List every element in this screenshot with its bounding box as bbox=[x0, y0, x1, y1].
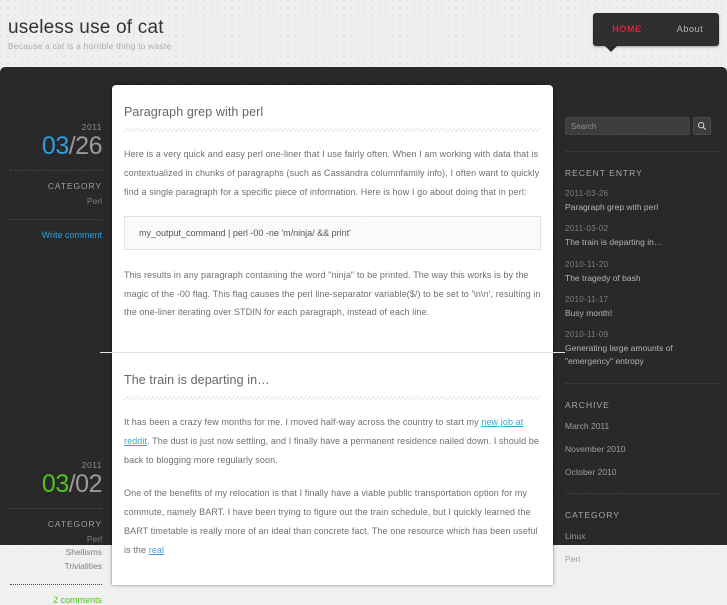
sidebar: RECENT ENTRY 2011-03-26 Paragraph grep w… bbox=[565, 117, 720, 564]
post-date: 03/26 bbox=[10, 132, 103, 160]
sidebar-divider bbox=[565, 382, 720, 384]
archive-item[interactable]: November 2010 bbox=[565, 444, 720, 454]
list-item[interactable]: 2011-03-02 The train is departing in… bbox=[565, 224, 720, 248]
paragraph-text: . The dust is just now settling, and I f… bbox=[124, 436, 539, 466]
post-1: Paragraph grep with perl Here is a very … bbox=[112, 85, 553, 352]
post-paragraph: Here is a very quick and easy perl one-l… bbox=[124, 149, 540, 197]
meta-divider bbox=[10, 170, 102, 172]
post-meta-column: 2011 03/26 CATEGORY Perl Write comment 2… bbox=[0, 67, 112, 605]
entry-title[interactable]: Paragraph grep with perl bbox=[565, 201, 720, 213]
search-row bbox=[565, 117, 720, 135]
site-tagline: Because a cat is a horrible thing to was… bbox=[8, 41, 172, 51]
main-nav: HOME About bbox=[593, 13, 719, 46]
post-2: The train is departing in… It has been a… bbox=[112, 353, 553, 559]
category-item[interactable]: Linux bbox=[565, 531, 720, 541]
list-item[interactable]: 2010-11-09 Generating large amounts of "… bbox=[565, 330, 720, 367]
post-meta-2: 2011 03/02 CATEGORY Perl Shellisms Trivi… bbox=[0, 460, 112, 605]
post-meta-1: 2011 03/26 CATEGORY Perl Write comment bbox=[0, 122, 112, 240]
page-shell: 2011 03/26 CATEGORY Perl Write comment 2… bbox=[0, 67, 727, 605]
category-item[interactable]: Perl bbox=[565, 554, 720, 564]
paragraph-text: It has been a crazy few months for me. I… bbox=[124, 417, 482, 428]
archive-item[interactable]: October 2010 bbox=[565, 467, 720, 477]
category-item[interactable]: Trivialities bbox=[10, 560, 102, 573]
post-paragraph: One of the benefits of my relocation is … bbox=[124, 484, 541, 560]
post-year: 2011 bbox=[81, 460, 102, 470]
sidebar-divider bbox=[565, 492, 720, 494]
post-paragraph: This results in any paragraph containing… bbox=[124, 269, 541, 318]
post-date: 03/02 bbox=[10, 470, 103, 498]
post-day: /26 bbox=[68, 132, 103, 160]
real-time-link[interactable]: real bbox=[149, 545, 164, 555]
archive-item[interactable]: March 2011 bbox=[565, 421, 720, 431]
meta-divider bbox=[10, 583, 102, 585]
search-icon bbox=[697, 121, 707, 131]
post-year: 2011 bbox=[81, 122, 102, 132]
entry-date: 2010-11-09 bbox=[565, 330, 609, 340]
list-item[interactable]: 2010-11-17 Busy month! bbox=[565, 295, 720, 319]
search-button[interactable] bbox=[693, 117, 711, 135]
category-label: CATEGORY bbox=[47, 519, 102, 530]
category-heading: CATEGORY bbox=[565, 509, 620, 520]
archive-heading: ARCHIVE bbox=[565, 399, 610, 410]
entry-title[interactable]: The tragedy of bash bbox=[565, 272, 720, 284]
post-day: /02 bbox=[68, 470, 103, 498]
nav-item-home[interactable]: HOME bbox=[593, 13, 661, 46]
post-title[interactable]: Paragraph grep with perl bbox=[124, 85, 541, 128]
article-panel: Paragraph grep with perl Here is a very … bbox=[100, 85, 565, 585]
category-label: CATEGORY bbox=[47, 181, 102, 192]
meta-divider bbox=[10, 219, 102, 221]
nav-active-pointer-icon bbox=[605, 46, 617, 52]
post-month: 03 bbox=[41, 132, 69, 160]
title-rule bbox=[124, 128, 541, 132]
write-comment-link[interactable]: Write comment bbox=[10, 230, 102, 240]
entry-date: 2011-03-02 bbox=[565, 224, 609, 234]
search-input[interactable] bbox=[565, 117, 690, 135]
entry-title[interactable]: Busy month! bbox=[565, 307, 720, 319]
entry-title[interactable]: The train is departing in… bbox=[565, 236, 720, 248]
site-header: useless use of cat Because a cat is a ho… bbox=[0, 0, 727, 67]
entry-title[interactable]: Generating large amounts of "emergency" … bbox=[565, 342, 720, 367]
category-item[interactable]: Perl bbox=[10, 533, 102, 546]
recent-entry-heading: RECENT ENTRY bbox=[565, 168, 643, 178]
entry-date: 2010-11-17 bbox=[565, 294, 609, 304]
code-block: my_output_command | perl -00 -ne 'm/ninj… bbox=[124, 215, 541, 250]
meta-divider bbox=[10, 508, 102, 510]
sidebar-divider bbox=[565, 151, 720, 152]
post-paragraph: It has been a crazy few months for me. I… bbox=[124, 413, 541, 470]
comments-link[interactable]: 2 comments bbox=[10, 595, 102, 605]
post-month: 03 bbox=[41, 470, 69, 498]
entry-date: 2010-11-20 bbox=[565, 259, 609, 269]
post-title[interactable]: The train is departing in… bbox=[124, 353, 541, 396]
entry-date: 2011-03-26 bbox=[565, 189, 609, 198]
nav-item-about[interactable]: About bbox=[661, 13, 719, 46]
list-item[interactable]: 2010-11-20 The tragedy of bash bbox=[565, 260, 720, 284]
category-item[interactable]: Perl bbox=[10, 195, 102, 208]
title-rule bbox=[124, 396, 541, 401]
site-title: useless use of cat bbox=[8, 17, 164, 38]
category-item[interactable]: Shellisms bbox=[10, 546, 102, 559]
list-item[interactable]: 2011-03-26 Paragraph grep with perl bbox=[565, 189, 720, 213]
